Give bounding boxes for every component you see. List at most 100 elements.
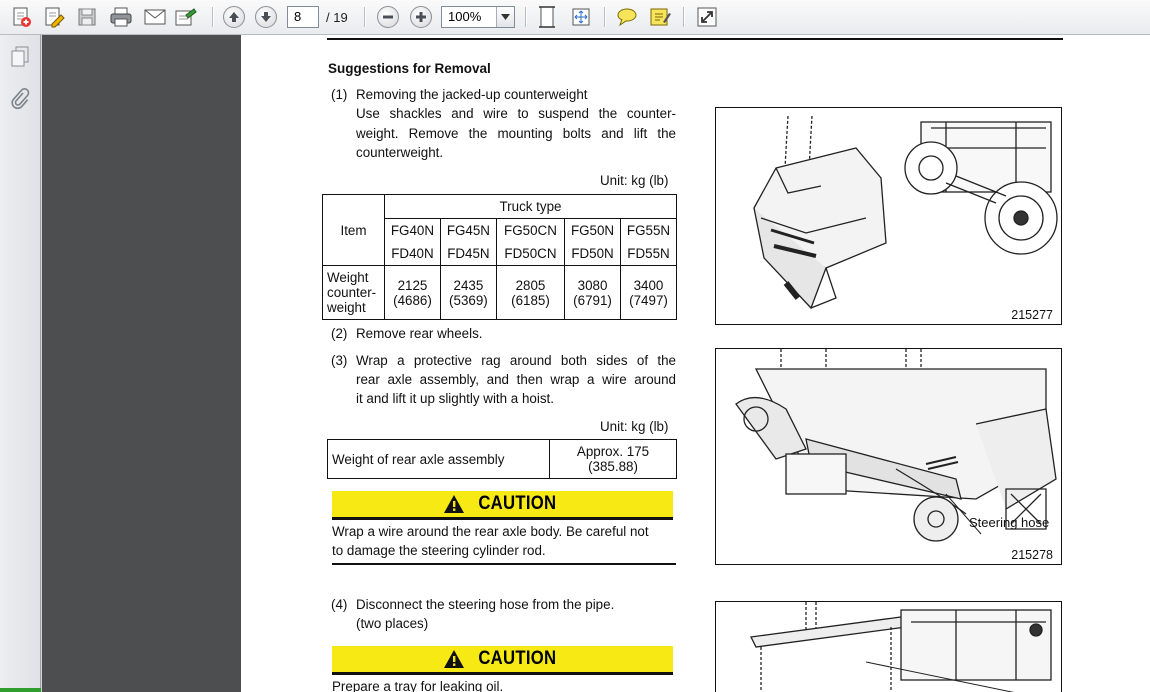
step-4-body-line: Disconnect the steering hose from the pi… <box>356 597 615 612</box>
comment-button[interactable] <box>613 4 641 30</box>
steering-hose-illustration <box>750 602 1052 692</box>
model-cell: FD50CN <box>495 241 566 266</box>
figure-counterweight: 215277 <box>715 107 1062 325</box>
create-pdf-icon <box>13 7 31 27</box>
arrow-down-icon <box>261 12 271 22</box>
step-1-body-line: Use shackles and wire to suspend the cou… <box>356 106 676 121</box>
step-1-body-line: weight. Remove the mounting bolts and li… <box>356 126 676 141</box>
unit-label: Unit: kg (lb) <box>600 419 669 434</box>
row-label-weight: Weight counter- weight <box>322 265 385 320</box>
fit-width-button[interactable] <box>567 4 595 30</box>
full-screen-button[interactable] <box>694 4 720 30</box>
model-cell: FG45N <box>439 218 497 242</box>
axle-weight-label: Weight of rear axle assembly <box>327 439 550 479</box>
chevron-down-icon <box>501 14 510 20</box>
zoom-in-button[interactable] <box>408 4 434 30</box>
attachments-panel-button[interactable] <box>8 87 32 111</box>
rear-axle-illustration <box>735 349 1057 542</box>
fit-page-icon <box>539 6 555 28</box>
create-pdf-button[interactable] <box>8 4 36 30</box>
steering-hose-callout: Steering hose <box>969 515 1050 530</box>
toolbar: 8 / 19 100% <box>0 0 1150 35</box>
step-1-number: (1) <box>331 87 348 102</box>
print-icon <box>110 7 132 27</box>
save-button[interactable] <box>73 4 101 30</box>
weight-cell: 3080 (6791) <box>564 265 621 320</box>
page-total-label: / 19 <box>326 10 348 25</box>
email-icon <box>144 9 166 25</box>
previous-page-button[interactable] <box>221 4 247 30</box>
full-screen-icon <box>697 7 717 27</box>
caution-label: CAUTION <box>478 493 557 514</box>
caution-1-text-line: to damage the steering cylinder rod. <box>332 543 546 558</box>
row-label-line: Weight <box>327 270 369 285</box>
model-cell: FD50N <box>564 241 621 266</box>
caution-bottom-rule <box>332 563 676 565</box>
print-button[interactable] <box>106 4 136 30</box>
weight-cell: 3400 (7497) <box>620 265 677 320</box>
step-1-body-line: counterweight. <box>356 145 444 160</box>
step-3-body-line: Wrap a protective rag around both sides … <box>356 353 676 368</box>
step-4-body-line: (two places) <box>356 616 429 631</box>
table-header-item: Item <box>322 194 385 266</box>
top-rule <box>327 38 1063 40</box>
comment-icon <box>617 8 637 27</box>
figure-number: 215278 <box>1011 548 1053 562</box>
step-1-title: Removing the jacked-up counterweight <box>356 87 588 102</box>
caution-1-text-line: Wrap a wire around the rear axle body. B… <box>332 524 649 539</box>
export-icon <box>175 8 197 26</box>
step-3-number: (3) <box>331 353 348 368</box>
zoom-level-value: 100% <box>448 9 482 24</box>
zoom-out-button[interactable] <box>375 4 401 30</box>
zoom-level-select[interactable]: 100% <box>441 6 515 28</box>
caution-banner: CAUTION <box>332 646 673 675</box>
weight-cell: 2125 (4686) <box>384 265 441 320</box>
figure-steering-hose <box>715 601 1062 692</box>
weight-cell: 2805 (6185) <box>495 265 566 320</box>
unit-label: Unit: kg (lb) <box>600 173 669 188</box>
edit-button[interactable] <box>40 4 68 30</box>
model-cell: FG50N <box>564 218 621 242</box>
figure-rear-axle: Steering hose 215278 <box>715 348 1062 565</box>
warning-icon <box>444 495 465 513</box>
figure-number: 215277 <box>1011 308 1053 322</box>
step-3-body-line: rear axle assembly, and then wrap a wire… <box>356 372 676 387</box>
email-button[interactable] <box>140 4 170 30</box>
highlight-icon <box>650 8 671 26</box>
document-viewer[interactable]: Suggestions for Removal (1) Removing the… <box>42 35 1150 692</box>
model-cell: FG40N <box>384 218 441 242</box>
arrow-up-icon <box>229 12 239 22</box>
next-page-button[interactable] <box>253 4 279 30</box>
model-cell: FD40N <box>384 241 441 266</box>
fit-width-icon <box>572 8 590 26</box>
counterweight-table: Item Truck type FG40N FG45N FG50CN FG50N… <box>322 194 677 320</box>
pages-panel-button[interactable] <box>8 45 32 69</box>
axle-weight-table: Weight of rear axle assembly Approx. 175… <box>327 439 677 479</box>
section-title: Suggestions for Removal <box>328 61 491 76</box>
document-page: Suggestions for Removal (1) Removing the… <box>241 35 1150 692</box>
plus-icon <box>416 12 426 22</box>
model-cell: FD45N <box>439 241 497 266</box>
model-cell: FD55N <box>620 241 677 266</box>
edit-document-icon <box>45 7 65 28</box>
row-label-line: weight <box>327 300 366 315</box>
paperclip-icon <box>11 88 30 110</box>
counterweight-illustration <box>753 115 1058 310</box>
step-2-number: (2) <box>331 326 348 341</box>
row-label-line: counter- <box>327 285 377 300</box>
weight-cell: 2435 (5369) <box>439 265 497 320</box>
step-2-title: Remove rear wheels. <box>356 326 483 341</box>
caution-banner: CAUTION <box>332 491 673 520</box>
zoom-dropdown-button[interactable] <box>496 7 514 27</box>
page-number-input[interactable]: 8 <box>287 6 319 28</box>
step-4-number: (4) <box>331 597 348 612</box>
pages-icon <box>11 46 29 67</box>
step-3-body-line: it and lift it up slightly with a hoist. <box>356 391 554 406</box>
caution-label: CAUTION <box>478 648 557 669</box>
export-button[interactable] <box>172 4 200 30</box>
highlight-button[interactable] <box>646 4 674 30</box>
table-header-truck-type: Truck type <box>384 194 677 219</box>
model-cell: FG50CN <box>495 218 566 242</box>
fit-page-button[interactable] <box>534 4 560 30</box>
warning-icon <box>444 650 465 668</box>
